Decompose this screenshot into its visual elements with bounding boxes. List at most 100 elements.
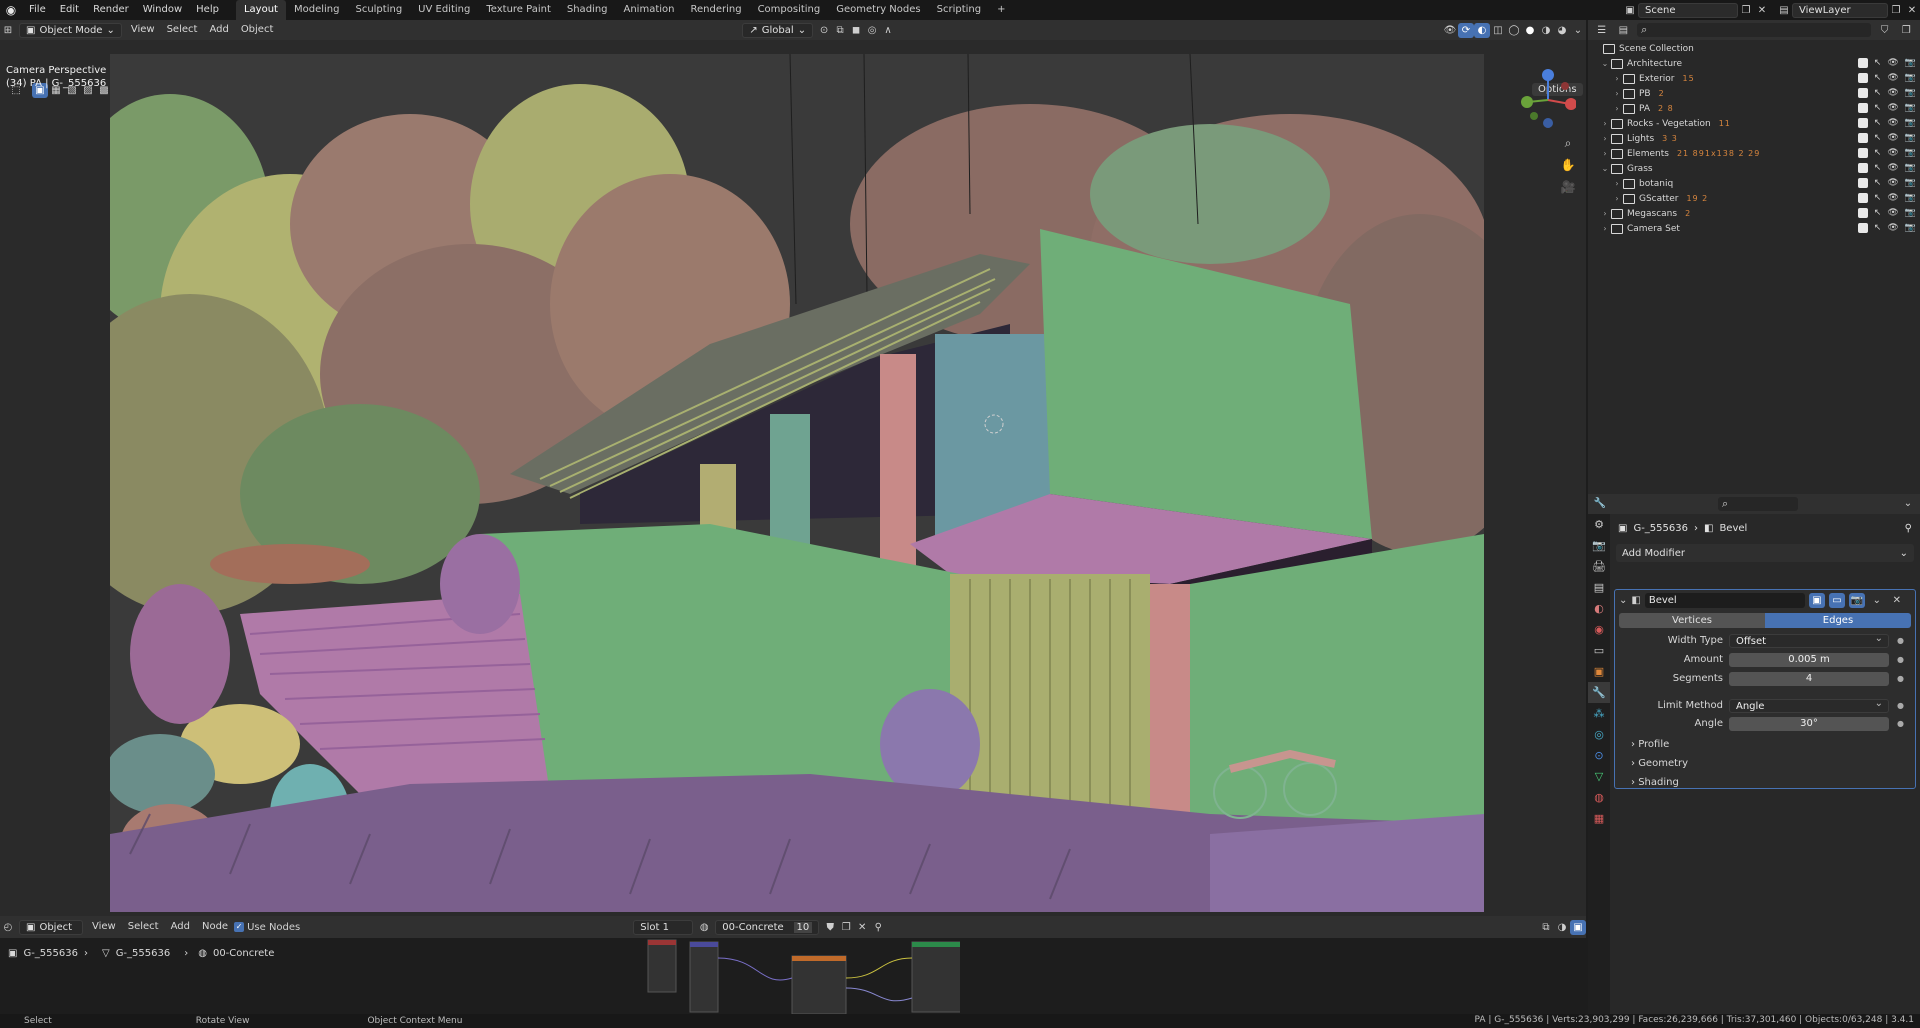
outliner-item[interactable]: › Elements 21 891x138 2 29 ↖ 👁 📷 — [1588, 146, 1920, 161]
shader-type-dropdown[interactable]: ▣ Object — [19, 919, 83, 935]
subpanel-shading[interactable]: › Shading — [1631, 777, 1679, 788]
affect-edges-button[interactable]: Edges — [1765, 613, 1911, 628]
use-nodes-toggle[interactable]: ✓ Use Nodes — [234, 922, 300, 933]
modifier-name-field[interactable]: Bevel — [1644, 592, 1805, 608]
exclude-checkbox-icon[interactable] — [1857, 178, 1868, 188]
menu-view[interactable]: View — [125, 20, 161, 40]
filter-icon[interactable]: ⛉ — [1877, 23, 1893, 38]
unlink-material-icon[interactable]: ✕ — [854, 920, 870, 935]
exclude-checkbox-icon[interactable] — [1857, 208, 1868, 218]
snap-icon[interactable]: ⧉ — [832, 23, 848, 38]
menu-help[interactable]: Help — [189, 0, 226, 20]
outliner-item[interactable]: › Camera Set ↖ 👁 📷 — [1588, 221, 1920, 236]
outliner-item[interactable]: › Lights 3 3 ↖ 👁 📷 — [1588, 131, 1920, 146]
outliner-search-input[interactable]: ⌕ — [1637, 23, 1871, 37]
editor-type-icon[interactable]: ⊞ — [0, 23, 16, 38]
chevron-down-icon[interactable]: ⌄ — [1900, 496, 1916, 511]
chevron-right-icon[interactable]: › — [1612, 104, 1622, 113]
limit-method-dropdown[interactable]: Angle — [1729, 697, 1889, 713]
modifier-menu-icon[interactable]: ⌄ — [1869, 593, 1885, 608]
selectable-icon[interactable]: ↖ — [1874, 148, 1882, 158]
exclude-checkbox-icon[interactable] — [1857, 148, 1868, 158]
proportional-edit-icon[interactable]: ◎ — [864, 23, 880, 38]
texture-tab-icon[interactable]: ▦ — [1588, 808, 1610, 829]
collection-tab-icon[interactable]: ▭ — [1588, 640, 1610, 661]
keyframe-dot-icon[interactable]: ● — [1897, 674, 1904, 683]
menu-render[interactable]: Render — [86, 0, 136, 20]
eye-icon[interactable]: 👁 — [1887, 178, 1898, 188]
keyframe-dot-icon[interactable]: ● — [1897, 655, 1904, 664]
viewport-toggle-icon[interactable]: ▭ — [1828, 592, 1845, 608]
amount-field[interactable]: 0.005 m — [1729, 652, 1889, 667]
selectable-icon[interactable]: ↖ — [1874, 103, 1882, 113]
chevron-right-icon[interactable]: › — [1612, 89, 1622, 98]
keyframe-dot-icon[interactable]: ● — [1897, 636, 1904, 645]
tab-rendering[interactable]: Rendering — [682, 0, 749, 20]
shading-options-icon[interactable]: ⌄ — [1570, 23, 1586, 38]
material-tab-icon[interactable]: ◍ — [1588, 787, 1610, 808]
overlay-icon[interactable]: ◑ — [1554, 920, 1570, 935]
tab-compositing[interactable]: Compositing — [750, 0, 829, 20]
new-collection-icon[interactable]: ❐ — [1898, 23, 1914, 38]
tab-modeling[interactable]: Modeling — [286, 0, 348, 20]
world-tab-icon[interactable]: ◉ — [1588, 619, 1610, 640]
modifier-tab-icon[interactable]: 🔧 — [1588, 682, 1610, 703]
subpanel-profile[interactable]: › Profile — [1631, 739, 1669, 750]
xray-icon[interactable]: ◫ — [1490, 23, 1506, 38]
add-workspace-button[interactable]: + — [989, 0, 1013, 20]
selectable-icon[interactable]: ↖ — [1874, 133, 1882, 143]
chevron-right-icon[interactable]: › — [1600, 134, 1610, 143]
pan-hand-icon[interactable]: ✋ — [1560, 158, 1576, 174]
render-icon[interactable]: 📷 — [1905, 58, 1916, 68]
outliner-item[interactable]: ⌄ Architecture ↖ 👁 📷 — [1588, 56, 1920, 71]
particles-tab-icon[interactable]: ⁂ — [1588, 703, 1610, 724]
add-modifier-button[interactable]: Add Modifier ⌄ — [1616, 544, 1914, 562]
selectable-icon[interactable]: ↖ — [1874, 223, 1882, 233]
editor-type-icon[interactable]: 🔧 — [1592, 496, 1608, 511]
eye-icon[interactable]: 👁 — [1887, 118, 1898, 128]
overlay-toggle-icon[interactable]: ◐ — [1474, 22, 1490, 38]
angle-field[interactable]: 30° — [1729, 716, 1889, 731]
render-icon[interactable]: 📷 — [1905, 193, 1916, 203]
render-icon[interactable]: 📷 — [1905, 88, 1916, 98]
chevron-right-icon[interactable]: › — [1600, 209, 1610, 218]
subpanel-geometry[interactable]: › Geometry — [1631, 758, 1688, 769]
keyframe-dot-icon[interactable]: ● — [1897, 701, 1904, 710]
tab-geometry-nodes[interactable]: Geometry Nodes — [828, 0, 928, 20]
outliner-item[interactable]: › Megascans 2 ↖ 👁 📷 — [1588, 206, 1920, 221]
eye-icon[interactable]: 👁 — [1887, 73, 1898, 83]
scene-tab-icon[interactable]: ◐ — [1588, 598, 1610, 619]
menu-add[interactable]: Add — [165, 917, 196, 937]
camera-view-icon[interactable]: 🎥 — [1560, 180, 1576, 196]
chevron-right-icon[interactable]: › — [1600, 119, 1610, 128]
view-layer-tab-icon[interactable]: ▤ — [1588, 577, 1610, 598]
selectable-icon[interactable]: ↖ — [1874, 88, 1882, 98]
selectable-icon[interactable]: ↖ — [1874, 193, 1882, 203]
menu-node[interactable]: Node — [196, 917, 234, 937]
exclude-checkbox-icon[interactable] — [1857, 58, 1868, 68]
tab-shading[interactable]: Shading — [559, 0, 616, 20]
tab-scripting[interactable]: Scripting — [929, 0, 989, 20]
affect-vertices-button[interactable]: Vertices — [1619, 613, 1765, 628]
outliner-root[interactable]: Scene Collection — [1588, 41, 1920, 56]
duplicate-material-icon[interactable]: ❐ — [838, 920, 854, 935]
3d-viewport[interactable]: ⬚ ▣ ▦ ▧ ▨ ▩ ⬢ ▣ ◎ ◉ ⊡ ◈ ⌕ ⌄ ☰ ⛉ Options — [0, 40, 1586, 916]
menu-select[interactable]: Select — [161, 20, 204, 40]
eye-icon[interactable]: 👁 — [1887, 103, 1898, 113]
eye-icon[interactable]: 👁 — [1887, 223, 1898, 233]
eye-icon[interactable]: 👁 — [1887, 193, 1898, 203]
segments-field[interactable]: 4 — [1729, 671, 1889, 686]
remove-modifier-icon[interactable]: ✕ — [1889, 593, 1905, 608]
falloff-icon[interactable]: ∧ — [880, 23, 896, 38]
gizmo-toggle-icon[interactable]: ⟳ — [1458, 22, 1474, 38]
selectable-icon[interactable]: ↖ — [1874, 118, 1882, 128]
chevron-right-icon[interactable]: › — [1612, 179, 1622, 188]
physics-tab-icon[interactable]: ◎ — [1588, 724, 1610, 745]
render-icon[interactable]: 📷 — [1905, 133, 1916, 143]
pin-icon[interactable]: ⚲ — [870, 920, 886, 935]
node-editor-canvas[interactable]: ▣ G-_555636 › ▽ G-_555636 › ◍ 00-Concret… — [0, 938, 1586, 1014]
menu-edit[interactable]: Edit — [53, 0, 86, 20]
wireframe-shading-icon[interactable]: ◯ — [1506, 23, 1522, 38]
eye-icon[interactable]: 👁 — [1887, 88, 1898, 98]
editor-type-icon[interactable]: ◴ — [0, 920, 16, 935]
